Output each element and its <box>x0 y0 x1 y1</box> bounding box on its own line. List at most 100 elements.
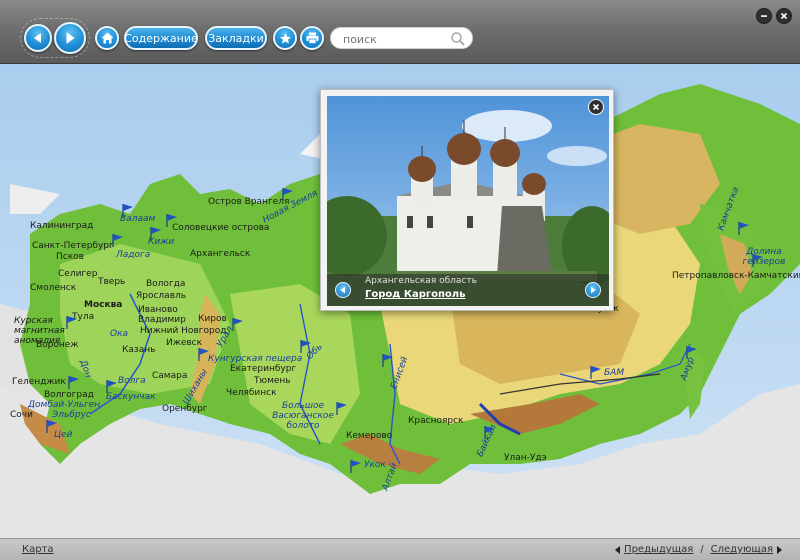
map-label-sochi[interactable]: Сочи <box>10 410 33 420</box>
map-label-ivanovo[interactable]: Иваново <box>138 305 178 315</box>
popup-prev-button[interactable] <box>335 282 351 298</box>
map-label-kungur[interactable]: Кунгурская пещера <box>208 354 302 364</box>
close-window-button[interactable] <box>776 8 792 24</box>
poi-flag-icon[interactable] <box>46 420 58 433</box>
search-input[interactable] <box>343 31 453 47</box>
poi-flag-icon[interactable] <box>66 316 78 329</box>
map-label-kirov[interactable]: Киров <box>198 314 227 324</box>
map-label-samara[interactable]: Самара <box>152 371 187 381</box>
map-label-volga[interactable]: Волга <box>118 376 146 386</box>
popup-close-button[interactable] <box>588 99 604 115</box>
map-label-vladimir[interactable]: Владимир <box>138 315 186 325</box>
arrow-right-icon <box>591 286 596 294</box>
map-label-kazan[interactable]: Казань <box>122 345 155 355</box>
poi-flag-icon[interactable] <box>68 376 80 389</box>
print-button[interactable] <box>300 26 324 50</box>
search-icon[interactable] <box>450 31 466 47</box>
map-label-solovki[interactable]: Соловецкие острова <box>172 223 269 233</box>
map-label-petropavlovsk[interactable]: Петропавловск-Камчатский <box>672 271 800 281</box>
map-label-tyumen[interactable]: Тюмень <box>254 376 291 386</box>
map-label-izhevsk[interactable]: Ижевск <box>166 338 202 348</box>
map-label-dombai[interactable]: Домбай-Ульген <box>28 400 100 410</box>
minimize-button[interactable] <box>756 8 772 24</box>
poi-flag-icon[interactable] <box>686 346 698 359</box>
map-label-oka[interactable]: Ока <box>110 329 128 339</box>
map-label-kaliningrad[interactable]: Калининград <box>30 221 93 231</box>
poi-flag-icon[interactable] <box>106 380 118 393</box>
back-button[interactable] <box>24 24 52 52</box>
printer-icon <box>306 32 318 44</box>
bookmarks-button[interactable]: Закладки <box>205 26 267 50</box>
map-label-wrangel[interactable]: Остров Врангеля <box>208 197 289 207</box>
place-city-link[interactable]: Город Каргополь <box>365 289 465 300</box>
map-label-ulan-ude[interactable]: Улан-Удэ <box>504 453 547 463</box>
map-label-volgograd[interactable]: Волгоград <box>44 390 94 400</box>
poi-flag-icon[interactable] <box>198 348 210 361</box>
poi-flag-icon[interactable] <box>300 340 312 353</box>
poi-flag-icon[interactable] <box>112 234 124 247</box>
home-icon <box>101 32 113 44</box>
map-label-moscow[interactable]: Москва <box>84 300 122 310</box>
map-label-kemerovo[interactable]: Кемерово <box>346 431 392 441</box>
map-label-baskunchak[interactable]: Баскунчак <box>106 392 156 402</box>
poi-flag-icon[interactable] <box>282 188 294 201</box>
search-box <box>330 27 473 49</box>
close-icon <box>780 12 788 20</box>
map-label-tver[interactable]: Тверь <box>98 277 125 287</box>
map-label-arkhangelsk[interactable]: Архангельск <box>190 249 250 259</box>
map-label-voronezh[interactable]: Воронеж <box>36 340 78 350</box>
map-label-ukok[interactable]: Укок <box>364 460 386 470</box>
favorite-button[interactable] <box>273 26 297 50</box>
map-label-nizhny[interactable]: Нижний Новгород <box>140 326 226 336</box>
map-label-ekaterinburg[interactable]: Екатеринбург <box>230 364 296 374</box>
map-label-bam[interactable]: БАМ <box>604 368 624 378</box>
map-label-elbrus[interactable]: Эльбрус <box>52 410 91 420</box>
map-label-vasyugan[interactable]: Большое Васюганское болото <box>268 401 338 431</box>
poi-flag-icon[interactable] <box>752 254 764 267</box>
poi-flag-icon[interactable] <box>232 318 244 331</box>
map-label-vologda[interactable]: Вологда <box>146 279 185 289</box>
next-arrow-icon[interactable] <box>777 545 782 554</box>
star-icon <box>279 32 291 44</box>
map-label-pskov[interactable]: Псков <box>56 252 84 262</box>
next-page-link[interactable]: Следующая <box>711 544 773 555</box>
pager: Предыдущая / Следующая <box>615 544 782 555</box>
poi-flag-icon[interactable] <box>484 426 496 439</box>
pager-separator: / <box>700 544 704 555</box>
map-label-smolensk[interactable]: Смоленск <box>30 283 76 293</box>
map-label-orenburg[interactable]: Оренбург <box>162 404 208 414</box>
poi-flag-icon[interactable] <box>350 460 362 473</box>
poi-flag-icon[interactable] <box>336 402 348 415</box>
map-label-spb[interactable]: Санкт-Петербург <box>32 241 114 251</box>
forward-button[interactable] <box>54 22 86 54</box>
popup-next-button[interactable] <box>585 282 601 298</box>
place-popup: Архангельская область Город Каргополь <box>320 89 614 311</box>
map-label-geysers[interactable]: Долина гейзеров <box>742 247 786 267</box>
map-label-chelyabinsk[interactable]: Челябинск <box>226 388 277 398</box>
poi-flag-icon[interactable] <box>382 354 394 367</box>
arrow-right-icon <box>66 32 75 44</box>
map-label-krasnoyarsk[interactable]: Красноярск <box>408 416 463 426</box>
map-viewer-app: Содержание Закладки поиск Калининград Са… <box>0 0 800 560</box>
poi-flag-icon[interactable] <box>166 214 178 227</box>
place-region: Архангельская область <box>365 276 477 286</box>
home-button[interactable] <box>95 26 119 50</box>
arrow-left-icon <box>340 286 345 294</box>
prev-arrow-icon[interactable] <box>615 545 621 554</box>
poi-flag-icon[interactable] <box>122 204 134 217</box>
breadcrumb-map-link[interactable]: Карта <box>22 544 54 555</box>
photo-caption: Архангельская область Город Каргополь <box>327 274 609 306</box>
poi-flag-icon[interactable] <box>150 227 162 240</box>
poi-flag-icon[interactable] <box>590 366 602 379</box>
map-label-ladoga[interactable]: Ладога <box>116 250 150 260</box>
map-label-gelendzhik[interactable]: Геленджик <box>12 377 66 387</box>
map-label-yaroslavl[interactable]: Ярославль <box>136 291 186 301</box>
prev-page-link[interactable]: Предыдущая <box>624 544 693 555</box>
arrow-left-icon <box>34 33 41 43</box>
top-toolbar: Содержание Закладки <box>0 0 800 64</box>
bottom-bar: Карта Предыдущая / Следующая <box>0 538 800 560</box>
poi-flag-icon[interactable] <box>738 222 750 235</box>
contents-button[interactable]: Содержание <box>124 26 198 50</box>
minimize-icon <box>761 15 767 17</box>
map-label-seliger[interactable]: Селигер <box>58 269 97 279</box>
